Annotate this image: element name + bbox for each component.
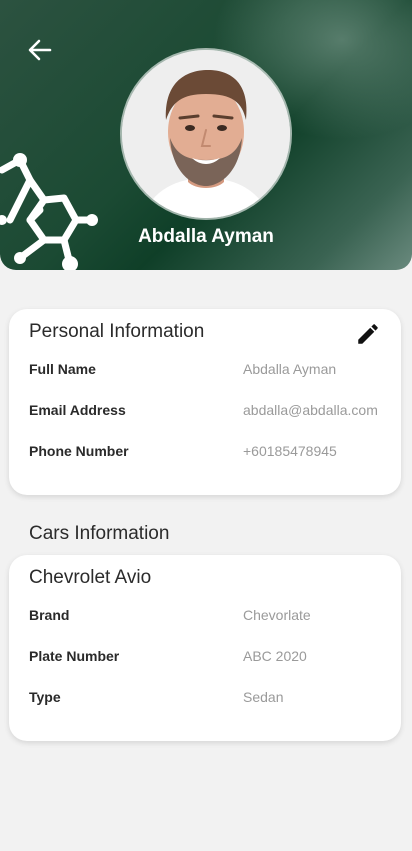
car-card[interactable]: Chevrolet Avio Brand Chevorlate Plate Nu… [9,555,401,741]
car-value: ABC 2020 [243,648,307,664]
info-row-full-name: Full Name Abdalla Ayman [29,361,389,381]
user-name: Abdalla Ayman [138,226,274,247]
info-label: Email Address [29,402,126,418]
info-row-phone: Phone Number +60185478945 [29,443,389,463]
car-row-plate: Plate Number ABC 2020 [29,648,389,668]
info-value: Abdalla Ayman [243,361,337,377]
pencil-icon[interactable] [355,321,381,347]
car-value: Chevorlate [243,607,311,623]
arrow-left-icon[interactable] [24,34,56,66]
avatar-photo [122,50,290,218]
info-value: +60185478945 [243,443,337,459]
molecule-icon [0,153,98,270]
car-row-brand: Brand Chevorlate [29,607,389,627]
cars-section-title: Cars Information [29,523,170,544]
info-value: abdalla@abdalla.com [243,402,378,418]
personal-info-title: Personal Information [29,321,205,342]
info-label: Full Name [29,361,96,377]
profile-header: Abdalla Ayman [0,0,412,270]
avatar[interactable] [122,50,290,218]
info-row-email: Email Address abdalla@abdalla.com [29,402,389,422]
info-label: Phone Number [29,443,129,459]
car-value: Sedan [243,689,284,705]
personal-info-card: Personal Information Full Name Abdalla A… [9,309,401,495]
car-label: Brand [29,607,70,623]
car-row-type: Type Sedan [29,689,389,709]
car-title: Chevrolet Avio [29,567,152,588]
car-label: Type [29,689,61,705]
car-label: Plate Number [29,648,120,664]
